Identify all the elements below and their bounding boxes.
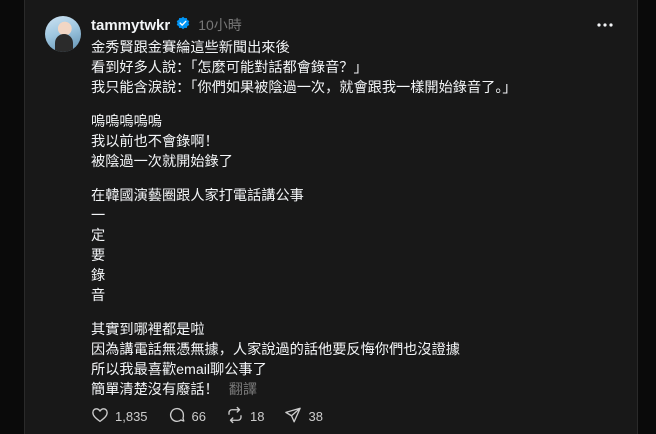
repost-count: 18 <box>250 409 265 424</box>
post-text-line: 我只能含淚說：「你們如果被陰過一次，就會跟我一樣開始錄音了。」 <box>91 80 517 96</box>
post-text-line: 被陰過一次就開始錄了 <box>91 154 233 170</box>
post-text-line: 要 <box>91 248 106 264</box>
left-rail <box>0 0 25 434</box>
post-text-line: 因為講電話無憑無據，人家說過的話他要反悔你們也沒證據 <box>91 342 460 358</box>
post-text-line: 一 <box>91 208 106 224</box>
post-time[interactable]: 10小時 <box>198 15 242 35</box>
like-count: 1,835 <box>115 409 148 424</box>
post-text-last: 簡單清楚沒有廢話！ <box>91 382 219 398</box>
post-body: 金秀賢跟金賽綸這些新聞出來後 看到好多人說：「怎麼可能對話都會錄音？」 我只能含… <box>91 38 611 400</box>
comment-icon <box>168 406 186 427</box>
post-text-line: 金秀賢跟金賽綸這些新聞出來後 <box>91 40 290 56</box>
translate-link[interactable]: 翻譯 <box>229 382 257 398</box>
post-card: tammytwkr 10小時 金秀賢跟金賽綸這些新聞出來後 看到好多人說：「怎麼… <box>25 0 637 434</box>
post-text-line: 定 <box>91 228 106 244</box>
repost-button[interactable]: 18 <box>226 406 264 427</box>
post-text-line: 看到好多人說：「怎麼可能對話都會錄音？」 <box>91 60 368 76</box>
post-text-line: 簡單清楚沒有廢話！ 翻譯 <box>91 380 611 400</box>
post-header: tammytwkr 10小時 <box>91 15 242 35</box>
avatar[interactable] <box>45 16 81 52</box>
comment-button[interactable]: 66 <box>168 406 206 427</box>
post-text-line: 我以前也不會錄啊！ <box>91 134 219 150</box>
share-icon <box>284 406 302 427</box>
scrollbar[interactable] <box>637 0 656 434</box>
heart-icon <box>91 406 109 427</box>
share-count: 38 <box>308 409 323 424</box>
repost-icon <box>226 406 244 427</box>
action-bar: 1,835 66 18 38 <box>91 406 323 427</box>
post-text-line: 其實到哪裡都是啦 <box>91 322 205 338</box>
more-icon[interactable] <box>595 15 615 35</box>
post-text-line: 嗚嗚嗚嗚嗚 <box>91 114 162 130</box>
share-button[interactable]: 38 <box>284 406 323 427</box>
post-text-line: 音 <box>91 288 106 304</box>
post-text-line: 在韓國演藝圈跟人家打電話講公事 <box>91 188 304 204</box>
comment-count: 66 <box>191 409 207 424</box>
like-button[interactable]: 1,835 <box>91 406 148 427</box>
post-text-line: 所以我最喜歡email聊公事了 <box>91 362 267 378</box>
username[interactable]: tammytwkr <box>91 17 170 34</box>
verified-badge-icon <box>176 16 190 35</box>
post-text-line: 錄 <box>91 268 106 284</box>
